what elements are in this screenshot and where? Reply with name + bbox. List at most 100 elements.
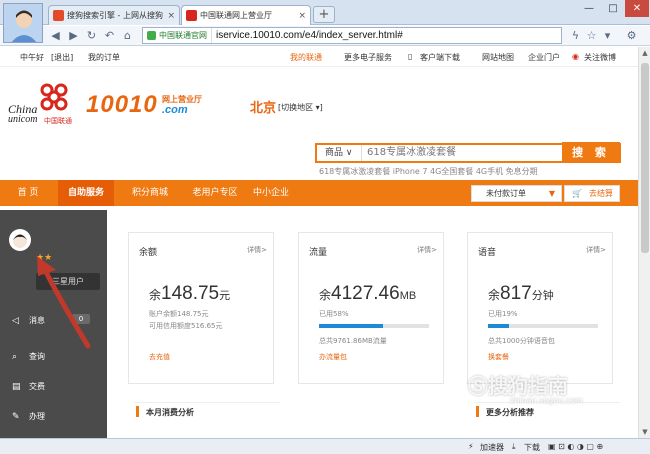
download-button[interactable]: 下载 [524,442,540,453]
tools-icon[interactable]: ⚙ [624,28,639,43]
vertical-scrollbar[interactable]: ▲ ▼ [638,47,650,438]
lightning-icon[interactable]: ϟ [568,28,583,43]
brand-en-2: unicom [8,114,38,125]
credit-limit-text: 可用信用额度516.65元 [149,322,223,330]
accelerator-button[interactable]: 加速器 [480,442,504,453]
flow-remaining: 余4127.46MB [319,283,417,304]
maximize-button[interactable]: □ [601,0,625,17]
minimize-button[interactable]: — [577,0,601,17]
section-title: 更多分析推荐 [486,408,534,417]
nav-home[interactable]: 首 页 [6,180,50,206]
new-tab-button[interactable]: + [313,6,335,23]
search-category-select[interactable]: 商品 ∨ [317,145,362,161]
close-tab-icon[interactable]: × [163,11,175,21]
undo-icon[interactable]: ↶ [102,28,117,43]
edit-icon: ✎ [12,411,20,422]
card-title: 语音 [478,248,497,258]
logout-link[interactable]: [退出] [51,52,73,63]
address-bar[interactable]: 中国联通官网 iservice.10010.com/e4/index_serve… [142,27,562,44]
tab-sogou-search[interactable]: 搜狗搜索引擎 - 上网从搜狗 × [48,5,180,25]
search-button[interactable]: 搜 索 [562,142,620,163]
url-text[interactable]: iservice.10010.com/e4/index_server.html# [212,30,403,41]
details-link[interactable]: 详情> [417,245,437,255]
site-map-link[interactable]: 网站地图 [482,52,514,63]
browser-user-avatar[interactable] [3,3,43,43]
greeting-text: 中午好 [20,53,44,62]
data-flow-card: 流量 详情> 余4127.46MB 已用58% 总共9761.86MB流量 办流… [298,232,444,384]
sogou-guide-watermark: Ⓢ搜狗指南 [468,374,568,398]
voice-card: 语音 详情> 余817分钟 已用19% 总共1000分钟语音包 换套餐 [467,232,613,384]
voice-progress-bar [488,324,598,328]
flow-total-text: 总共9761.86MB流量 [319,337,387,345]
forward-icon[interactable]: ▶ [66,28,81,43]
site-header: China unicom 中国联通 10010 网上营业厅 .com 北京 [切… [0,68,638,163]
status-tool-icons[interactable]: ▣ ⊡ ◐ ◑ ▢ ⊕ [548,442,603,451]
city-switch-link[interactable]: [切换地区 ▾] [278,102,323,113]
home-icon[interactable]: ⌂ [120,28,135,43]
watermark-logo-icon: Ⓢ [468,374,488,398]
checkout-button[interactable]: 🛒 去结算 [564,185,620,202]
site-top-bar: 中午好 [退出] 我的订单 我的联通 更多电子服务 ▯ 客户端下载 网站地图 企… [0,47,638,67]
refresh-icon[interactable]: ↻ [84,28,99,43]
buy-flow-pack-link[interactable]: 办流量包 [319,352,347,362]
close-window-button[interactable]: ✕ [625,0,649,17]
voice-progress-fill [488,324,509,328]
section-title: 本月消费分析 [146,408,194,417]
download-icon: ⤓ [512,442,516,451]
sidebar-item-payment[interactable]: ▤ 交费 [12,381,45,392]
card-title: 流量 [309,248,328,258]
cart-icon: 🛒 [572,189,582,198]
site-identity[interactable]: 中国联通官网 [143,28,212,43]
recharge-link[interactable]: 去充值 [149,352,170,362]
search-input[interactable]: 618专属冰激凌套餐 [367,145,456,161]
scroll-down-icon[interactable]: ▼ [639,426,650,438]
close-tab-icon[interactable]: × [294,11,306,21]
hot-search-words[interactable]: 618专属冰激凌套餐 iPhone 7 4G全国套餐 4G手机 免息分期 [319,166,538,177]
scroll-up-icon[interactable]: ▲ [639,47,650,59]
message-icon: ◁ [12,315,19,326]
bookmark-star-icon[interactable]: ☆ [584,28,599,43]
browser-tab-strip: 搜狗搜索引擎 - 上网从搜狗 × 中国联通网上营业厅 × + — □ ✕ [0,0,650,25]
sidebar-item-message[interactable]: ◁ 消息 [12,315,45,326]
unicom-knot-icon [40,83,68,111]
browser-status-bar: ⚡ 加速器 ⤓ 下载 ▣ ⊡ ◐ ◑ ▢ ⊕ [0,438,650,454]
voice-used-text: 已用19% [488,310,518,318]
unpaid-orders-dropdown[interactable]: 未付款订单 ▼ [471,185,562,202]
flow-progress-bar [319,324,429,328]
change-plan-link[interactable]: 换套餐 [488,352,509,362]
voice-remaining: 余817分钟 [488,283,554,304]
scrollbar-thumb[interactable] [641,63,649,253]
enterprise-portal-link[interactable]: 企业门户 [528,52,560,63]
phone-icon: ▯ [408,52,413,61]
level-stars-icon: ★★ [36,253,53,263]
search-icon: ⌕ [12,351,18,362]
nav-self-service[interactable]: 自助服务 [58,180,114,206]
bill-icon: ▤ [12,381,21,392]
details-link[interactable]: 详情> [586,245,606,255]
user-level-badge: 三星用户 [36,273,100,290]
dropdown-icon[interactable]: ▾ [600,28,615,43]
user-avatar[interactable] [9,229,31,251]
tab-unicom[interactable]: 中国联通网上营业厅 × [181,5,311,25]
tab-label: 搜狗搜索引擎 - 上网从搜狗 [67,11,163,20]
nav-sme[interactable]: 中小企业 [248,180,294,206]
back-icon[interactable]: ◀ [48,28,63,43]
e-services-link[interactable]: 更多电子服务 [344,52,392,63]
hotline-logo[interactable]: 10010 [86,91,158,119]
details-link[interactable]: 详情> [247,245,267,255]
monthly-analysis-section: 本月消费分析 [134,402,280,438]
watermark-url: zhinan.sogou.com [510,396,583,405]
sidebar-item-query[interactable]: ⌕ 查询 [12,351,45,362]
nav-points-mall[interactable]: 积分商城 [124,180,176,206]
nav-senior-users[interactable]: 老用户专区 [182,180,248,206]
browser-navigation-bar: ◀ ▶ ↻ ↶ ⌂ 中国联通官网 iservice.10010.com/e4/i… [0,26,650,46]
my-unicom-link[interactable]: 我的联通 [290,52,322,63]
client-download-link[interactable]: 客户端下载 [420,52,460,63]
weibo-link[interactable]: 关注微博 [584,52,616,63]
unpaid-orders-label: 未付款订单 [486,189,526,198]
balance-amount: 余148.75元 [149,283,231,304]
secure-site-icon [147,31,156,40]
my-orders-link[interactable]: 我的订单 [88,52,120,63]
sidebar-item-handle[interactable]: ✎ 办理 [12,411,45,422]
unicom-icon [186,10,197,21]
